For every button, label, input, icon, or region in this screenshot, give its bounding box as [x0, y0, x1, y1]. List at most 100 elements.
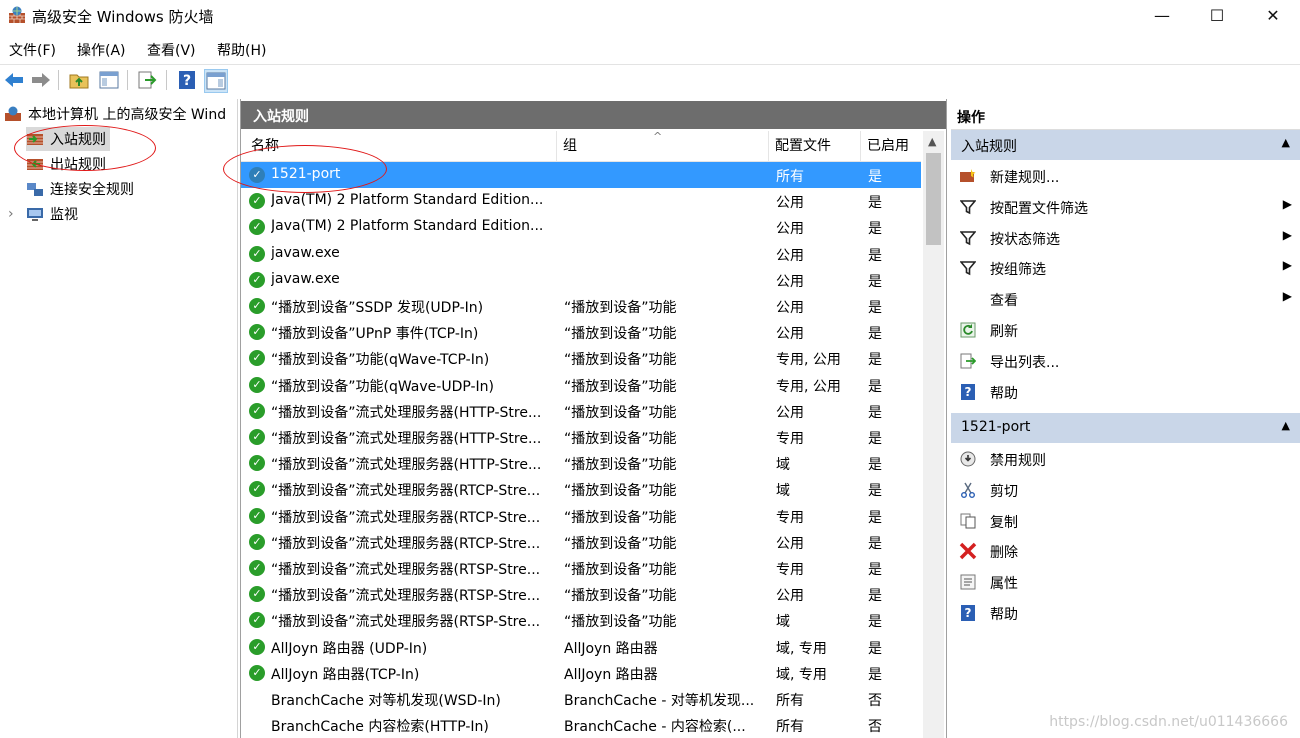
table-row[interactable]: ✓ “播放到设备”流式处理服务器(RTSP-Stre... “播放到设备”功能 域 是 [241, 607, 921, 633]
action-item[interactable]: 按组筛选 ▶ [951, 253, 1300, 283]
help-toolbar-button[interactable]: ? [176, 69, 198, 91]
table-row[interactable]: ✓ javaw.exe 公用 是 [241, 241, 921, 267]
table-row[interactable]: ✓ “播放到设备”UPnP 事件(TCP-In) “播放到设备”功能 公用 是 [241, 319, 921, 345]
menu-action[interactable]: 操作(A) [77, 40, 126, 60]
cell-group: “播放到设备”功能 [564, 483, 677, 500]
action-item[interactable]: ? 帮助 [951, 377, 1300, 407]
action-item[interactable]: 新建规则... [951, 161, 1300, 191]
table-row[interactable]: ✓ “播放到设备”流式处理服务器(RTSP-Stre... “播放到设备”功能 专用 是 [241, 555, 921, 581]
minimize-button[interactable]: — [1139, 0, 1185, 30]
cell-group: BranchCache - 对等机发现... [564, 693, 755, 709]
table-row[interactable]: ✓ javaw.exe 公用 是 [241, 267, 921, 293]
table-row[interactable]: ✓ AllJoyn 路由器(TCP-In) AllJoyn 路由器 域, 专用 是 [241, 660, 921, 686]
collapse-arrow-icon[interactable]: ▲ [1282, 136, 1290, 149]
table-row[interactable]: ✓ “播放到设备”SSDP 发现(UDP-In) “播放到设备”功能 公用 是 [241, 293, 921, 319]
back-arrow-icon [5, 73, 23, 87]
expand-chevron-icon[interactable]: › [8, 206, 22, 222]
actions-section-selected-rule[interactable]: 1521-port ▲ [951, 413, 1300, 443]
action-item[interactable]: 刷新 [951, 315, 1300, 345]
actions-pane: 操作 入站规则 ▲ 新建规则... 按配置文件筛选 ▶ 按状态筛选 ▶ 按组筛选 ▶ 查看 ▶ 刷… [951, 99, 1300, 738]
tree-item-connection-security-rules[interactable]: 连接安全规则 [26, 177, 134, 201]
action-label: 按组筛选 [990, 262, 1046, 279]
cell-group: “播放到设备”功能 [564, 457, 677, 474]
table-row[interactable]: ✓ “播放到设备”流式处理服务器(RTCP-Stre... “播放到设备”功能 专用 是 [241, 503, 921, 529]
table-row[interactable]: ✓ “播放到设备”流式处理服务器(HTTP-Stre... “播放到设备”功能 公用 是 [241, 398, 921, 424]
tree-item-monitoring[interactable]: › 监视 [8, 202, 78, 226]
table-row[interactable]: ✓ “播放到设备”流式处理服务器(HTTP-Stre... “播放到设备”功能 专用 是 [241, 424, 921, 450]
menu-view[interactable]: 查看(V) [147, 40, 196, 60]
action-item[interactable]: 属性 [951, 567, 1300, 597]
scroll-up-icon[interactable]: ▲ [928, 135, 936, 148]
table-row[interactable]: BranchCache 对等机发现(WSD-In) BranchCache - 对… [241, 686, 921, 712]
column-profile[interactable]: 配置文件 [769, 131, 861, 161]
action-item[interactable]: 按配置文件筛选 ▶ [951, 192, 1300, 222]
menu-file[interactable]: 文件(F) [9, 40, 56, 60]
console-tree-icon [99, 71, 119, 89]
cell-enabled: 是 [868, 457, 882, 474]
action-item[interactable]: 复制 [951, 506, 1300, 536]
help-icon: ? [959, 383, 977, 401]
forward-button[interactable] [30, 69, 52, 91]
cell-enabled: 是 [868, 666, 882, 683]
column-group[interactable]: 组 ^ [557, 130, 769, 161]
cell-enabled: 是 [868, 431, 882, 447]
table-row[interactable]: ✓ Java(TM) 2 Platform Standard Edition...… [241, 188, 921, 214]
cell-group: “播放到设备”功能 [564, 404, 677, 421]
cell-enabled: 是 [868, 535, 882, 552]
cell-profile: 公用 [776, 247, 804, 264]
action-item[interactable]: 导出列表... [951, 346, 1300, 376]
table-row[interactable]: ✓ “播放到设备”流式处理服务器(RTCP-Stre... “播放到设备”功能 域 是 [241, 476, 921, 502]
action-item[interactable]: 查看 ▶ [951, 284, 1300, 314]
table-row[interactable]: ✓ “播放到设备”流式处理服务器(RTCP-Stre... “播放到设备”功能 公用 是 [241, 529, 921, 555]
action-item[interactable]: 剪切 [951, 475, 1300, 505]
back-button[interactable] [3, 69, 25, 91]
toolbar-separator [166, 70, 167, 90]
action-item[interactable]: ? 帮助 [951, 598, 1300, 628]
table-row[interactable]: ✓ Java(TM) 2 Platform Standard Edition...… [241, 214, 921, 240]
blank-icon [959, 290, 977, 308]
cell-profile: 公用 [776, 535, 804, 552]
show-action-pane-button[interactable] [204, 69, 228, 93]
table-row[interactable]: ✓ “播放到设备”功能(qWave-TCP-In) “播放到设备”功能 专用, 公用 是 [241, 345, 921, 371]
window-title: 高级安全 Windows 防火墙 [32, 8, 214, 26]
tree-root[interactable]: 本地计算机 上的高级安全 Wind [4, 102, 226, 126]
cell-enabled: 是 [868, 404, 882, 421]
menu-help[interactable]: 帮助(H) [217, 40, 266, 60]
cell-profile: 公用 [776, 404, 804, 421]
table-row[interactable]: ✓ “播放到设备”流式处理服务器(RTSP-Stre... “播放到设备”功能 公用 是 [241, 581, 921, 607]
annotation-circle [223, 145, 387, 193]
cell-name: BranchCache 对等机发现(WSD-In) [271, 693, 501, 709]
cell-name: “播放到设备”流式处理服务器(HTTP-Stre... [271, 404, 542, 421]
table-row[interactable]: ✓ “播放到设备”功能(qWave-UDP-In) “播放到设备”功能 专用, 公用 是 [241, 372, 921, 398]
cell-group: “播放到设备”功能 [564, 300, 677, 316]
firewall-app-icon [9, 6, 25, 23]
action-item[interactable]: 按状态筛选 ▶ [951, 223, 1300, 253]
vertical-scrollbar[interactable]: ▲ [923, 131, 944, 738]
table-row[interactable]: ✓ AllJoyn 路由器 (UDP-In) AllJoyn 路由器 域, 专用 是 [241, 634, 921, 660]
cell-name: “播放到设备”流式处理服务器(HTTP-Stre... [271, 431, 542, 447]
up-folder-button[interactable] [68, 69, 90, 91]
action-label: 帮助 [990, 607, 1018, 623]
column-enabled[interactable]: 已启用 [861, 131, 921, 161]
actions-section-inbound[interactable]: 入站规则 ▲ [951, 130, 1300, 160]
scrollbar-thumb[interactable] [926, 153, 941, 245]
export-list-button[interactable] [136, 69, 158, 91]
cell-group: AllJoyn 路由器 [564, 666, 658, 683]
table-row[interactable]: ✓ “播放到设备”流式处理服务器(HTTP-Stre... “播放到设备”功能 域 是 [241, 450, 921, 476]
close-button[interactable]: ✕ [1250, 0, 1296, 30]
maximize-button[interactable]: ☐ [1194, 0, 1240, 30]
svg-text:?: ? [183, 73, 191, 89]
action-item[interactable]: 禁用规则 [951, 444, 1300, 474]
delete-icon [959, 542, 977, 560]
submenu-arrow-icon: ▶ [1282, 258, 1292, 273]
section-title: 入站规则 [961, 139, 1017, 155]
action-item[interactable]: 删除 [951, 536, 1300, 566]
show-console-tree-button[interactable] [98, 69, 120, 91]
cell-profile: 所有 [776, 719, 804, 736]
cut-icon [959, 481, 977, 499]
cell-name: Java(TM) 2 Platform Standard Edition... [271, 192, 544, 209]
cell-profile: 公用 [776, 221, 804, 238]
table-row[interactable]: BranchCache 内容检索(HTTP-In) BranchCache - 内… [241, 712, 921, 738]
enabled-check-icon: ✓ [249, 298, 265, 314]
collapse-arrow-icon[interactable]: ▲ [1282, 419, 1290, 432]
